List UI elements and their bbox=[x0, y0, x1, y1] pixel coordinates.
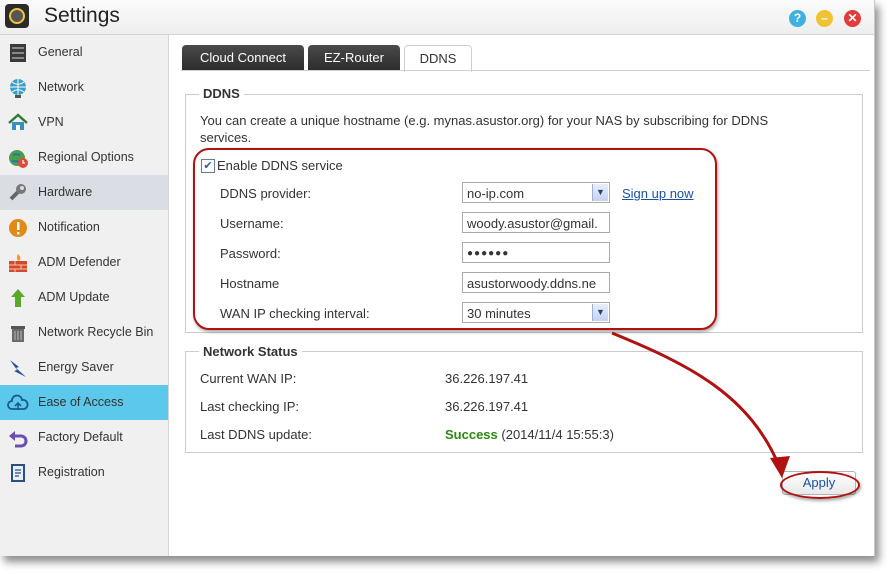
sidebar-item-energy-saver[interactable]: Energy Saver bbox=[0, 350, 168, 385]
title-bar: Settings ? – ✕ bbox=[0, 0, 874, 35]
sidebar-item-label: Ease of Access bbox=[38, 395, 124, 409]
wrench-icon bbox=[9, 184, 26, 201]
settings-app-icon bbox=[5, 4, 29, 28]
current-wan-ip-value: 36.226.197.41 bbox=[445, 371, 529, 386]
tab-divider bbox=[181, 70, 870, 71]
tab-ddns[interactable]: DDNS bbox=[404, 45, 472, 72]
sidebar-item-label: Network bbox=[38, 80, 84, 94]
sidebar-item-label: Hardware bbox=[38, 185, 93, 199]
sidebar-item-label: Factory Default bbox=[38, 430, 123, 444]
sidebar-item-label: General bbox=[38, 45, 83, 59]
alert-icon bbox=[9, 219, 27, 237]
sidebar-item-label: ADM Defender bbox=[38, 255, 121, 269]
registration-icon bbox=[11, 464, 25, 482]
sidebar-item-network[interactable]: Network bbox=[0, 70, 168, 105]
sidebar-item-label: Network Recycle Bin bbox=[38, 325, 154, 339]
sidebar-item-label: Energy Saver bbox=[38, 360, 114, 374]
globe-icon bbox=[10, 79, 26, 98]
sidebar-item-vpn[interactable]: VPN bbox=[0, 105, 168, 140]
server-icon bbox=[10, 44, 26, 62]
tab-cloud-connect[interactable]: Cloud Connect bbox=[182, 45, 304, 70]
trash-icon bbox=[11, 326, 25, 342]
update-timestamp: (2014/11/4 15:55:3) bbox=[501, 427, 614, 442]
sidebar: General Network VPN Regional Options Har… bbox=[0, 35, 169, 556]
earth-clock-icon bbox=[9, 150, 28, 168]
sidebar-item-label: VPN bbox=[38, 115, 64, 129]
help-button[interactable]: ? bbox=[789, 10, 806, 27]
last-checking-ip-label: Last checking IP: bbox=[200, 399, 299, 414]
minimize-button[interactable]: – bbox=[816, 10, 833, 27]
ddns-description-line1: You can create a unique hostname (e.g. m… bbox=[200, 113, 769, 128]
sidebar-item-label: ADM Update bbox=[38, 290, 110, 304]
last-checking-ip-value: 36.226.197.41 bbox=[445, 399, 529, 414]
sidebar-item-notification[interactable]: Notification bbox=[0, 210, 168, 245]
highlight-ddns-settings bbox=[193, 148, 717, 330]
window-title: Settings bbox=[44, 4, 120, 27]
current-wan-ip-label: Current WAN IP: bbox=[200, 371, 297, 386]
sidebar-item-factory-default[interactable]: Factory Default bbox=[0, 420, 168, 455]
sidebar-item-label: Notification bbox=[38, 220, 100, 234]
sidebar-item-regional-options[interactable]: Regional Options bbox=[0, 140, 168, 175]
sidebar-item-adm-update[interactable]: ADM Update bbox=[0, 280, 168, 315]
close-button[interactable]: ✕ bbox=[844, 10, 861, 27]
cloud-icon bbox=[7, 394, 29, 410]
lightning-icon bbox=[10, 360, 26, 377]
ddns-legend: DDNS bbox=[199, 86, 244, 101]
sidebar-item-label: Regional Options bbox=[38, 150, 134, 164]
last-ddns-update-value: Success (2014/11/4 15:55:3) bbox=[445, 427, 614, 442]
highlight-apply-button bbox=[780, 471, 860, 499]
firewall-icon bbox=[9, 254, 27, 272]
network-status-legend: Network Status bbox=[199, 344, 302, 359]
sidebar-item-network-recycle-bin[interactable]: Network Recycle Bin bbox=[0, 315, 168, 350]
house-network-icon bbox=[8, 113, 28, 130]
sidebar-item-hardware[interactable]: Hardware bbox=[0, 175, 168, 210]
update-arrow-icon bbox=[11, 289, 25, 307]
update-success-status: Success bbox=[445, 427, 498, 442]
last-ddns-update-label: Last DDNS update: bbox=[200, 427, 313, 442]
sidebar-item-general[interactable]: General bbox=[0, 35, 168, 70]
tab-ez-router[interactable]: EZ-Router bbox=[308, 45, 400, 70]
undo-icon bbox=[9, 431, 28, 448]
sidebar-item-ease-of-access[interactable]: Ease of Access bbox=[0, 385, 168, 420]
sidebar-item-label: Registration bbox=[38, 465, 105, 479]
ddns-description-line2: services. bbox=[200, 130, 252, 145]
sidebar-item-adm-defender[interactable]: ADM Defender bbox=[0, 245, 168, 280]
sidebar-item-registration[interactable]: Registration bbox=[0, 455, 168, 490]
